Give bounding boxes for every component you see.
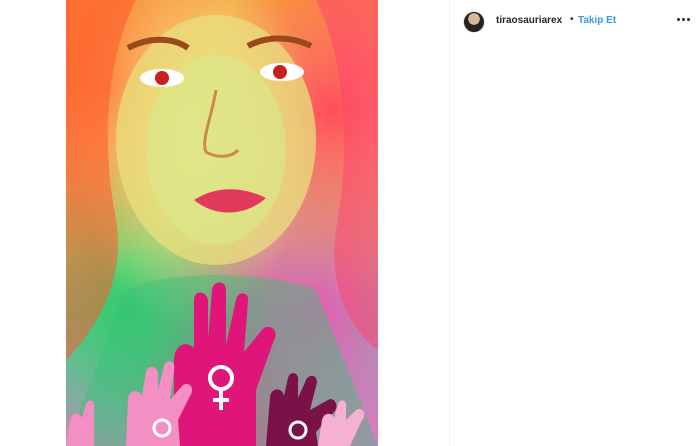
- more-horizontal-icon[interactable]: [674, 12, 692, 26]
- left-iris: [155, 71, 169, 85]
- more-dot: [676, 17, 680, 21]
- photo-artwork: [66, 0, 378, 446]
- hand-left-edge: [66, 400, 95, 446]
- post-sidebar: tiraosauriarex • Takip Et: [450, 0, 700, 446]
- separator-dot: •: [570, 14, 574, 25]
- hair-right: [316, 0, 378, 350]
- more-dot: [681, 17, 685, 21]
- post-header: tiraosauriarex • Takip Et: [450, 0, 700, 44]
- avatar-icon[interactable]: [463, 11, 485, 33]
- post-photo[interactable]: [66, 0, 378, 446]
- more-dot: [686, 17, 690, 21]
- username-link[interactable]: tiraosauriarex: [496, 15, 562, 26]
- follow-button[interactable]: Takip Et: [578, 15, 616, 26]
- right-iris: [273, 65, 287, 79]
- media-area: [0, 0, 449, 446]
- instagram-post: tiraosauriarex • Takip Et: [0, 0, 700, 446]
